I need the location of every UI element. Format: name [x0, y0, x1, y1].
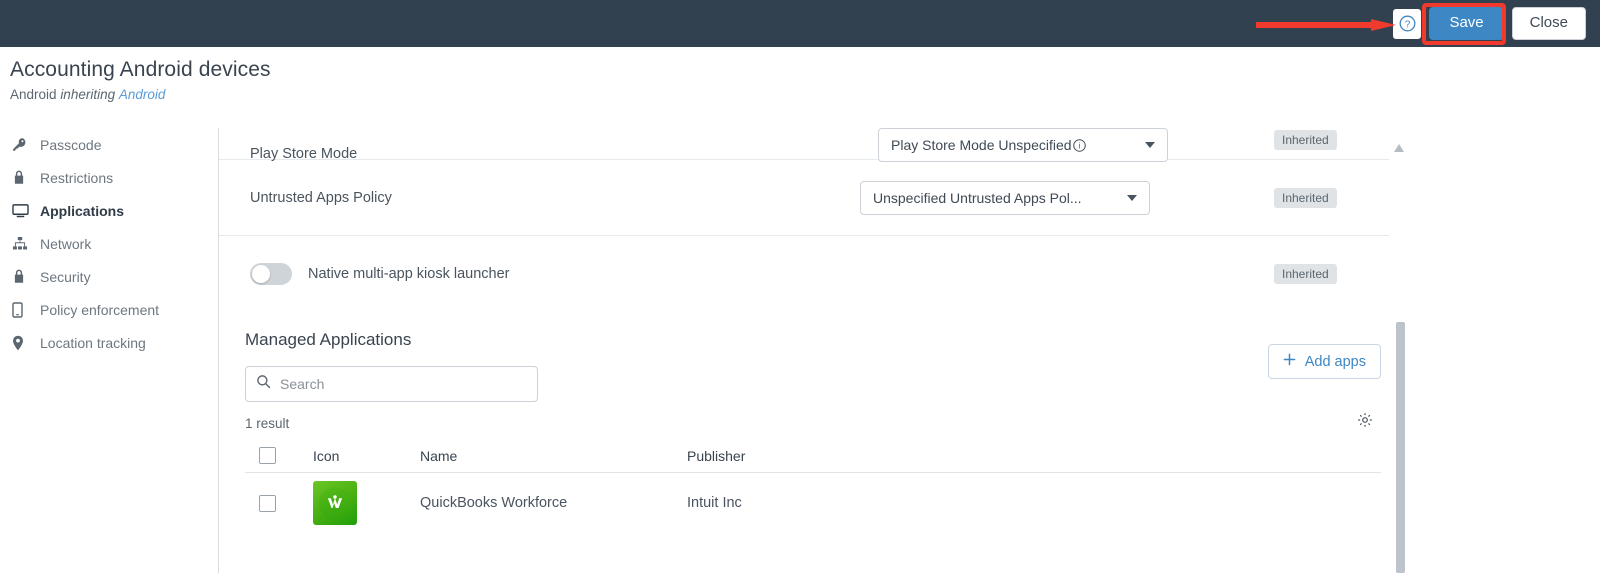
svg-text:?: ? [1405, 19, 1411, 30]
status-badge: Inherited [1274, 130, 1337, 150]
toggle-knob [252, 265, 270, 283]
key-icon [12, 137, 40, 152]
chevron-down-icon [1127, 194, 1137, 201]
search-input[interactable] [280, 376, 510, 392]
add-apps-label: Add apps [1304, 353, 1366, 370]
sidebar-item-network[interactable]: Network [0, 227, 218, 260]
app-search-box[interactable] [245, 366, 538, 402]
inheriting-label: inheriting [60, 87, 116, 102]
row-select-cell [245, 494, 313, 512]
save-button[interactable]: Save [1429, 7, 1504, 40]
mobile-phone-icon [12, 301, 40, 318]
native-kiosk-launcher-toggle[interactable] [250, 263, 292, 285]
lock-icon [12, 170, 40, 185]
page-subtitle: Android inheriting Android [10, 87, 271, 102]
parent-policy-link[interactable]: Android [119, 87, 166, 102]
top-action-bar: ? Save Close [0, 0, 1600, 47]
scroll-up-arrow[interactable] [1393, 140, 1405, 152]
app-name: QuickBooks Workforce [420, 495, 568, 511]
setting-label: Untrusted Apps Policy [250, 189, 392, 206]
result-count: 1 result [245, 416, 290, 431]
status-badge: Inherited [1274, 264, 1337, 284]
settings-content-panel: Play Store Mode Play Store Mode Unspecif… [219, 128, 1389, 573]
select-all-cell [245, 447, 313, 464]
page-header: Accounting Android devices Android inher… [10, 58, 271, 102]
column-header-name: Name [420, 447, 458, 464]
sidebar-item-label: Restrictions [40, 169, 114, 186]
play-store-mode-select[interactable]: Play Store Mode Unspecified i [878, 128, 1168, 162]
top-action-buttons: ? Save Close [1393, 7, 1600, 40]
sidebar-item-label: Policy enforcement [40, 301, 160, 318]
plus-icon [1283, 353, 1296, 370]
sidebar-item-security[interactable]: Security [0, 260, 218, 293]
add-apps-button[interactable]: Add apps [1267, 344, 1381, 379]
quickbooks-workforce-app-icon [313, 481, 357, 525]
help-button[interactable]: ? [1393, 8, 1422, 39]
inherited-badge-wrap: Inherited [1274, 264, 1337, 284]
search-icon [256, 374, 271, 394]
policy-editor-window: ? Save Close Accounting Android devices … [0, 0, 1600, 573]
select-value: Play Store Mode Unspecified [891, 137, 1072, 153]
sidebar-item-passcode[interactable]: Passcode [0, 128, 218, 161]
app-icon-disc [318, 486, 352, 520]
sidebar-item-label: Security [40, 268, 91, 285]
sidebar-item-label: Applications [40, 202, 125, 219]
close-button[interactable]: Close [1511, 7, 1586, 40]
app-icon-cell [313, 481, 420, 525]
row-checkbox[interactable] [259, 494, 276, 512]
toggle-label: Native multi-app kiosk launcher [308, 266, 510, 282]
gear-icon [1357, 413, 1373, 432]
question-circle-icon: ? [1399, 15, 1416, 32]
info-icon[interactable]: i [1072, 138, 1086, 152]
column-header-icon: Icon [313, 447, 340, 464]
inherited-badge-wrap: Inherited [1274, 130, 1337, 150]
monitor-icon [12, 203, 40, 218]
sidebar-item-applications[interactable]: Applications [0, 194, 218, 227]
app-publisher: Intuit Inc [687, 495, 742, 511]
chevron-down-icon [1145, 142, 1155, 148]
table-row[interactable]: QuickBooks Workforce Intuit Inc [245, 473, 1381, 533]
table-settings-button[interactable] [1357, 412, 1373, 433]
setting-row-kiosk-launcher: Native multi-app kiosk launcher Inherite… [219, 236, 1389, 312]
sidebar-item-label: Passcode [40, 136, 102, 153]
content-scrollbar-thumb[interactable] [1396, 322, 1405, 573]
inherited-badge-wrap: Inherited [1274, 187, 1337, 208]
sitemap-icon [12, 236, 40, 251]
untrusted-apps-policy-select[interactable]: Unspecified Untrusted Apps Pol... [860, 180, 1150, 215]
setting-row-play-store-mode: Play Store Mode Play Store Mode Unspecif… [219, 128, 1389, 162]
managed-apps-table: Icon Name Publisher QuickBooks Workforce… [245, 439, 1381, 533]
sidebar-item-restrictions[interactable]: Restrictions [0, 161, 218, 194]
sidebar-item-label: Network [40, 235, 92, 252]
select-value: Unspecified Untrusted Apps Pol... [873, 189, 1082, 206]
platform-label: Android [10, 87, 57, 102]
settings-sidebar: Passcode Restrictions Applications Netwo… [0, 128, 218, 573]
section-title: Managed Applications [245, 330, 412, 349]
sidebar-item-label: Location tracking [40, 334, 146, 351]
lock-icon [12, 269, 40, 284]
svg-text:i: i [1078, 141, 1080, 150]
sidebar-item-policy-enforcement[interactable]: Policy enforcement [0, 293, 218, 326]
sidebar-item-location-tracking[interactable]: Location tracking [0, 326, 218, 359]
managed-applications-section: Managed Applications 1 result [219, 312, 1389, 533]
select-all-checkbox[interactable] [259, 447, 276, 464]
location-pin-icon [12, 335, 40, 351]
status-badge: Inherited [1274, 187, 1337, 208]
column-header-publisher: Publisher [687, 447, 746, 464]
page-title: Accounting Android devices [10, 58, 271, 81]
setting-row-untrusted-apps-policy: Untrusted Apps Policy Unspecified Untrus… [219, 160, 1389, 236]
table-header-row: Icon Name Publisher [245, 439, 1381, 473]
